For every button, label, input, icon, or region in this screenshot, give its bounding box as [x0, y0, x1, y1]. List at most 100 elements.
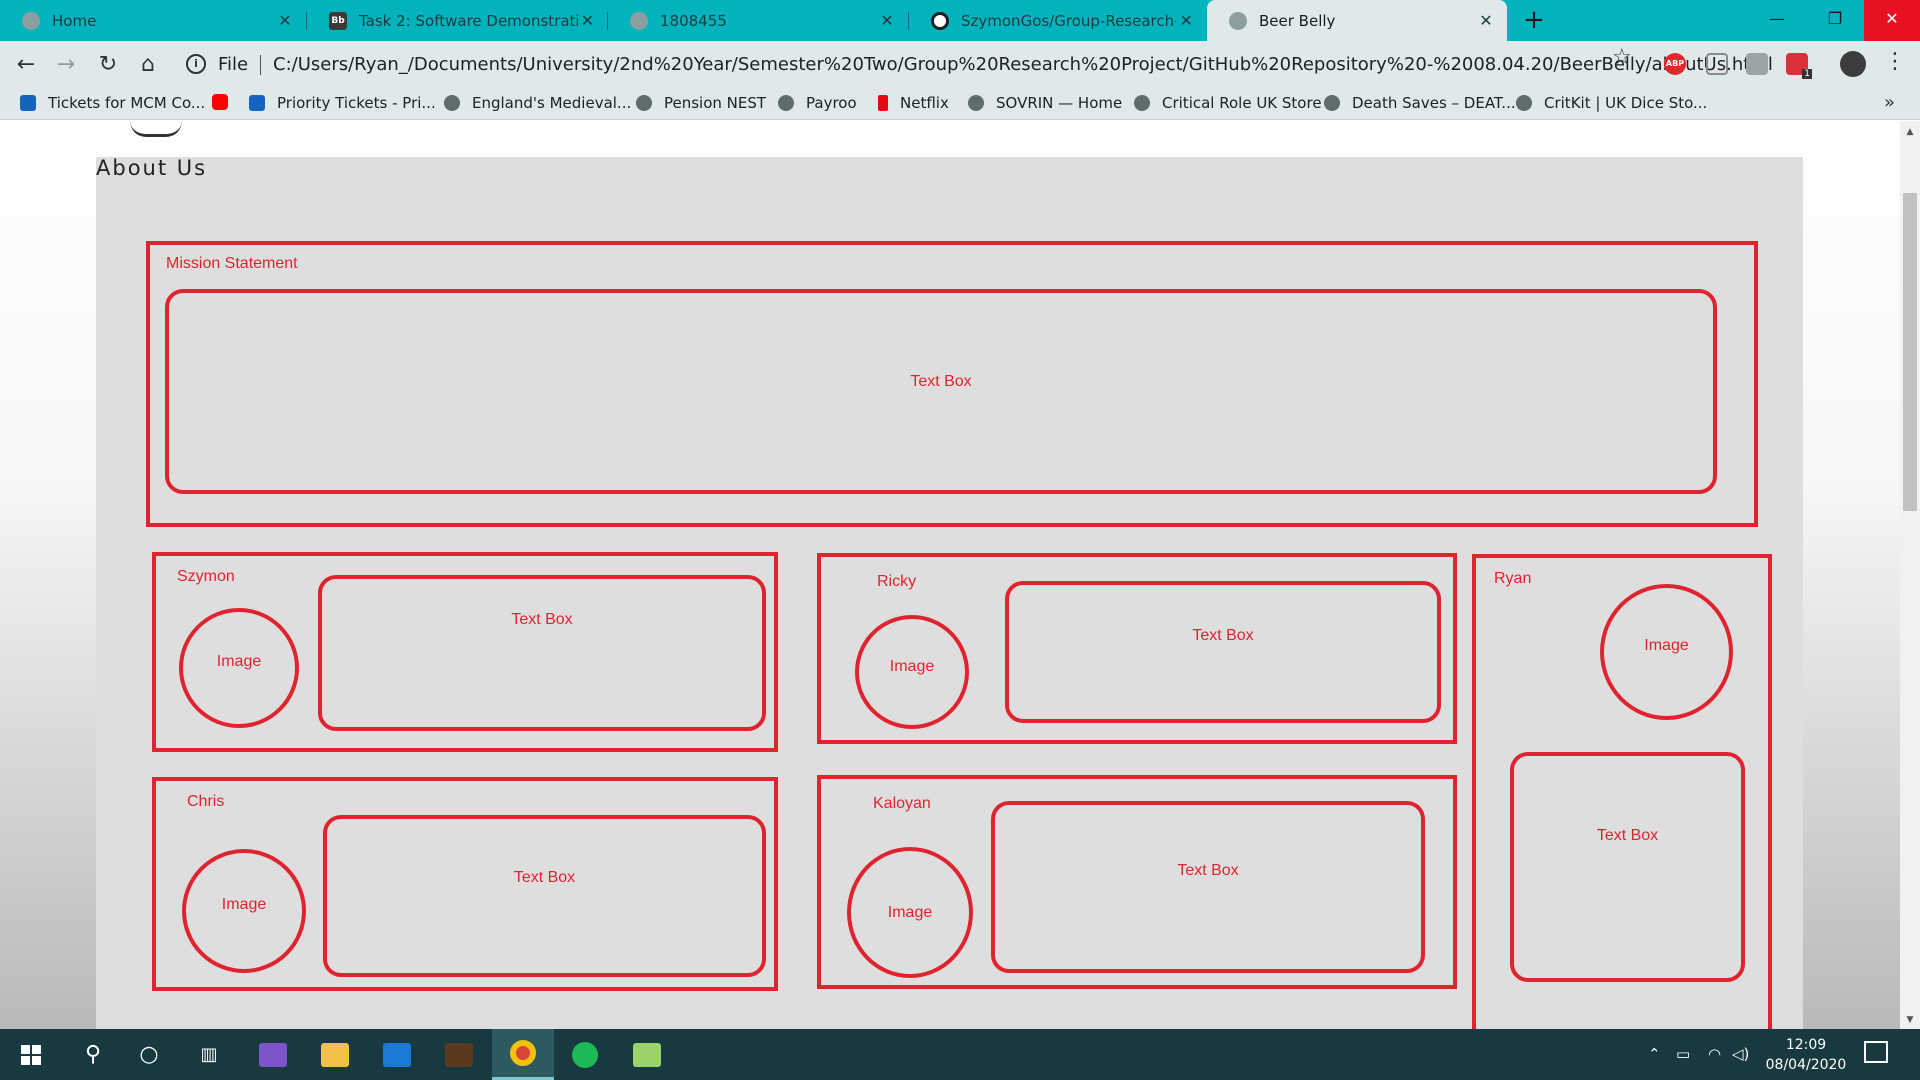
close-icon[interactable]: ✕: [876, 11, 898, 30]
bookmark-item[interactable]: England's Medieval...: [444, 94, 631, 112]
bookmark-favicon-icon: [20, 95, 36, 111]
bookmark-item[interactable]: SOVRIN — Home: [968, 94, 1122, 112]
tab-home[interactable]: Home ✕: [0, 0, 306, 41]
bookmark-item[interactable]: Critical Role UK Store: [1134, 94, 1322, 112]
mission-statement-label: Mission Statement: [166, 255, 298, 272]
address-bar[interactable]: i File C:/Users/Ryan_/Documents/Universi…: [176, 47, 1773, 82]
bookmark-item[interactable]: [212, 94, 240, 110]
globe-icon: [778, 95, 794, 111]
scrollbar-thumb[interactable]: [1903, 193, 1917, 511]
pdf-extension-icon[interactable]: [1706, 53, 1728, 75]
notification-extension-icon[interactable]: 1: [1786, 53, 1812, 79]
reload-button[interactable]: ↻: [92, 49, 124, 81]
bookmark-label: Payroo: [806, 94, 857, 112]
tab-beer-belly[interactable]: Beer Belly ✕: [1207, 0, 1507, 41]
profile-avatar[interactable]: [1840, 51, 1866, 77]
page-title: About Us: [96, 156, 208, 180]
text-box-label: Text Box: [513, 868, 576, 886]
extension-icon[interactable]: [1746, 53, 1768, 75]
blackboard-icon: Bb: [329, 11, 347, 30]
member-name: Ryan: [1494, 570, 1532, 587]
search-button[interactable]: ⚲: [62, 1029, 124, 1080]
omnibox-divider: [260, 55, 261, 75]
member-text-box: Text Box: [1510, 752, 1745, 982]
scroll-up-arrow-icon[interactable]: ▲: [1900, 127, 1920, 137]
extension-badge: 1: [1802, 69, 1812, 79]
bookmark-star-icon[interactable]: ☆: [1612, 45, 1632, 70]
search-icon: ⚲: [84, 1042, 102, 1067]
bookmark-item[interactable]: CritKit | UK Dice Sto...: [1516, 94, 1707, 112]
system-clock[interactable]: 12:09 08/04/2020: [1754, 1035, 1858, 1075]
start-button[interactable]: [0, 1029, 62, 1080]
member-image: Image: [179, 608, 299, 728]
taskbar-mail[interactable]: [366, 1029, 428, 1080]
action-center-icon[interactable]: [1864, 1041, 1888, 1063]
close-icon[interactable]: ✕: [1475, 11, 1497, 30]
bookmark-item[interactable]: Tickets for MCM Co...: [20, 94, 205, 112]
taskbar-visual-studio[interactable]: [242, 1029, 304, 1080]
critical-role-icon: [1134, 95, 1150, 111]
cortana-button[interactable]: ○: [118, 1029, 180, 1080]
wifi-icon[interactable]: ◠: [1708, 1029, 1721, 1080]
globe-icon: [1229, 11, 1247, 30]
globe-icon: [630, 11, 648, 30]
back-button[interactable]: ←: [10, 49, 42, 81]
tab-strip: Home ✕ Bb Task 2: Software Demonstration…: [0, 0, 1920, 41]
bookmark-item[interactable]: Pension NEST: [636, 94, 766, 112]
globe-icon: [22, 11, 40, 30]
adblock-icon[interactable]: ABP: [1664, 53, 1686, 75]
info-icon[interactable]: i: [186, 54, 206, 74]
bookmark-item[interactable]: Priority Tickets - Pri...: [249, 94, 436, 112]
tab-1808455[interactable]: 1808455 ✕: [608, 0, 908, 41]
member-card-szymon: Szymon Image Text Box: [152, 552, 778, 752]
image-label: Image: [889, 657, 935, 675]
task-view-button[interactable]: ▥: [178, 1029, 240, 1080]
member-text-box: Text Box: [323, 815, 766, 977]
restore-button[interactable]: ❐: [1806, 0, 1864, 41]
member-text-box: Text Box: [318, 575, 766, 731]
bookmarks-bar: Tickets for MCM Co... Priority Tickets -…: [0, 88, 1920, 120]
forward-button[interactable]: →: [50, 49, 82, 81]
close-icon[interactable]: ✕: [274, 11, 296, 30]
member-image: Image: [855, 615, 969, 729]
task-view-icon: ▥: [200, 1044, 218, 1065]
chevron-up-icon[interactable]: ⌃: [1648, 1029, 1661, 1080]
page-viewport: About Us Mission Statement Text Box Szym…: [0, 121, 1920, 1029]
member-image: Image: [847, 847, 973, 978]
scroll-down-arrow-icon[interactable]: ▼: [1900, 1015, 1920, 1025]
battery-icon[interactable]: ▭: [1676, 1029, 1690, 1080]
close-icon[interactable]: ✕: [1176, 11, 1196, 30]
bookmark-item[interactable]: Death Saves – DEAT...: [1324, 94, 1516, 112]
minimize-button[interactable]: —: [1748, 0, 1806, 41]
member-image: Image: [182, 849, 306, 973]
new-tab-button[interactable]: +: [1518, 4, 1550, 36]
close-icon[interactable]: ✕: [578, 11, 597, 30]
taskbar-minecraft[interactable]: [428, 1029, 490, 1080]
taskbar-file-explorer[interactable]: [304, 1029, 366, 1080]
window-close-button[interactable]: ✕: [1864, 0, 1920, 41]
member-name: Ricky: [877, 573, 917, 590]
bookmark-label: Pension NEST: [664, 94, 767, 112]
mission-text-box: Text Box: [165, 289, 1717, 494]
menu-icon[interactable]: ⋮: [1884, 49, 1906, 74]
more-bookmarks-icon[interactable]: »: [1884, 92, 1895, 113]
folder-icon: [321, 1042, 349, 1067]
netflix-icon: [878, 95, 888, 111]
home-button[interactable]: ⌂: [132, 49, 164, 81]
taskbar-spotify[interactable]: [554, 1029, 616, 1080]
bookmark-item[interactable]: Payroo: [778, 94, 857, 112]
tab-title: 1808455: [660, 11, 727, 30]
member-card-chris: Chris Image Text Box: [152, 777, 778, 991]
text-box-label: Text Box: [1192, 626, 1254, 644]
tab-task2[interactable]: Bb Task 2: Software Demonstration a ✕: [307, 0, 607, 41]
taskbar-notepad[interactable]: [616, 1029, 678, 1080]
member-name: Kaloyan: [873, 795, 931, 812]
volume-icon[interactable]: ◁): [1732, 1029, 1749, 1080]
bookmark-item[interactable]: Netflix: [878, 94, 949, 112]
member-image: Image: [1600, 584, 1733, 720]
taskbar-chrome[interactable]: [492, 1029, 554, 1080]
chrome-icon: [510, 1040, 536, 1066]
tab-github[interactable]: SzymonGos/Group-Research-Pro ✕: [909, 0, 1206, 41]
url-text[interactable]: C:/Users/Ryan_/Documents/University/2nd%…: [273, 54, 1773, 75]
page-scrollbar[interactable]: ▲ ▼: [1900, 121, 1920, 1029]
